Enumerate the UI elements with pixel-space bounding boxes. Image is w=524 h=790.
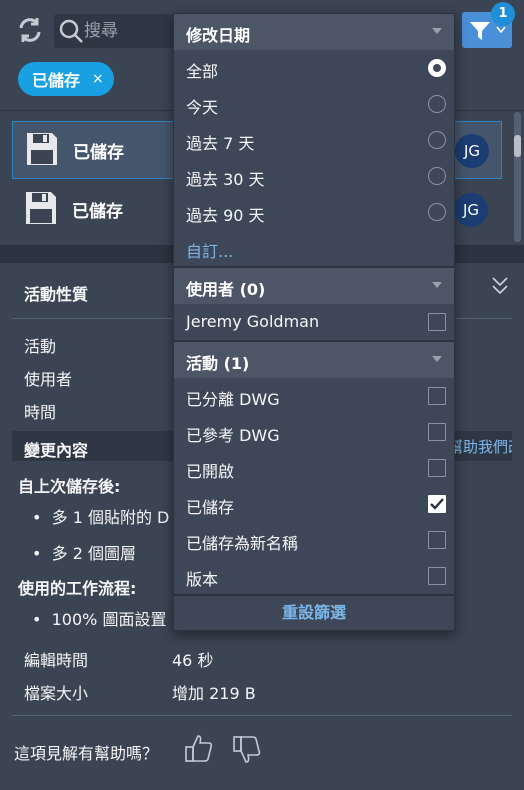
chevron-double-down-icon[interactable] xyxy=(490,275,510,302)
list-item: • 100% 圖面設置 xyxy=(32,610,167,629)
date-option-today[interactable]: 今天 xyxy=(174,86,454,122)
radio-button[interactable] xyxy=(428,131,446,149)
checkbox[interactable] xyxy=(428,387,446,405)
property-label: 活動 xyxy=(24,337,57,356)
filter-chip-label: 已儲存 xyxy=(32,71,81,90)
property-label: 時間 xyxy=(24,403,57,422)
date-option-label: 過去 7 天 xyxy=(186,134,255,153)
changes-title: 變更內容 xyxy=(24,441,89,460)
caret-down-icon xyxy=(432,282,442,288)
file-size-value: 增加 219 B xyxy=(172,684,256,703)
user-filter-title: 使用者 (0) xyxy=(186,280,266,299)
date-option-label: 過去 90 天 xyxy=(186,206,265,225)
filter-dropdown: 修改日期 全部 今天 過去 7 天 過去 30 天 過去 90 天 自訂... … xyxy=(173,13,455,631)
checkbox[interactable] xyxy=(428,531,446,549)
activity-filter-header[interactable]: 活動 (1) xyxy=(174,342,454,378)
radio-button[interactable] xyxy=(428,203,446,221)
date-filter-title: 修改日期 xyxy=(186,26,251,45)
thumbs-down-icon[interactable] xyxy=(232,733,262,765)
checkbox[interactable] xyxy=(428,313,446,331)
date-option-90-days[interactable]: 過去 90 天 xyxy=(174,194,454,230)
activity-option[interactable]: 已儲存 xyxy=(174,486,454,522)
filter-count-badge: 1 xyxy=(491,2,515,26)
panel-title: 活動性質 xyxy=(24,285,89,304)
date-option-custom[interactable]: 自訂... xyxy=(174,230,454,266)
date-option-30-days[interactable]: 過去 30 天 xyxy=(174,158,454,194)
feedback-link[interactable]: 幫助我們改善 xyxy=(448,436,512,457)
edit-time-label: 編輯時間 xyxy=(24,651,89,670)
date-option-label: 今天 xyxy=(186,98,219,117)
activity-option[interactable]: 已開啟 xyxy=(174,450,454,486)
chevron-down-icon xyxy=(496,26,506,34)
activity-option-label: 已參考 DWG xyxy=(186,426,280,445)
radio-button[interactable] xyxy=(428,167,446,185)
floppy-disk-icon xyxy=(27,133,57,165)
custom-date-link[interactable]: 自訂... xyxy=(186,238,233,262)
list-item: • 多 1 個貼附的 D xyxy=(32,508,170,527)
file-size-label: 檔案大小 xyxy=(24,684,89,703)
date-option-label: 過去 30 天 xyxy=(186,170,265,189)
activity-option-label: 已儲存 xyxy=(186,498,235,517)
date-option-all[interactable]: 全部 xyxy=(174,50,454,86)
activity-option[interactable]: 已分離 DWG xyxy=(174,378,454,414)
list-item: • 多 2 個圖層 xyxy=(32,544,136,563)
user-filter-header[interactable]: 使用者 (0) xyxy=(174,268,454,304)
user-option[interactable]: Jeremy Goldman xyxy=(174,304,454,340)
avatar: JG xyxy=(455,134,489,168)
caret-down-icon xyxy=(432,356,442,362)
helpful-question: 這項見解有幫助嗎？ xyxy=(14,744,159,763)
radio-button[interactable] xyxy=(428,59,446,77)
scrollbar-track[interactable] xyxy=(514,112,521,242)
checkbox[interactable] xyxy=(428,459,446,477)
radio-button[interactable] xyxy=(428,95,446,113)
version-label: 已儲存 xyxy=(73,143,124,163)
date-option-7-days[interactable]: 過去 7 天 xyxy=(174,122,454,158)
floppy-disk-icon xyxy=(26,192,56,224)
date-filter-header[interactable]: 修改日期 xyxy=(174,14,454,50)
workflows-heading: 使用的工作流程: xyxy=(18,579,137,598)
refresh-icon[interactable] xyxy=(16,16,44,44)
checkbox[interactable] xyxy=(428,423,446,441)
filter-chip-saved: 已儲存 × xyxy=(18,62,114,96)
reset-filter-button[interactable]: 重設篩選 xyxy=(174,596,454,630)
activity-option-label: 已儲存為新名稱 xyxy=(186,534,299,553)
thumbs-up-icon[interactable] xyxy=(184,733,214,765)
activity-option-label: 版本 xyxy=(186,570,219,589)
date-option-label: 全部 xyxy=(186,62,219,81)
filter-icon xyxy=(470,22,490,40)
activity-option-label: 已開啟 xyxy=(186,462,235,481)
activity-option[interactable]: 版本 xyxy=(174,558,454,594)
divider xyxy=(12,715,512,716)
search-icon xyxy=(58,18,84,48)
activity-option-label: 已分離 DWG xyxy=(186,390,280,409)
version-label: 已儲存 xyxy=(72,202,123,222)
since-last-save-heading: 自上次儲存後: xyxy=(18,477,121,496)
scrollbar-thumb[interactable] xyxy=(514,135,521,157)
activity-filter-title: 活動 (1) xyxy=(186,354,250,373)
activity-option[interactable]: 已參考 DWG xyxy=(174,414,454,450)
checkmark-icon xyxy=(430,498,444,510)
checkbox[interactable] xyxy=(428,567,446,585)
caret-down-icon xyxy=(432,28,442,34)
property-label: 使用者 xyxy=(24,370,73,389)
avatar: JG xyxy=(454,193,488,227)
chip-close-icon[interactable]: × xyxy=(92,71,104,87)
activity-option[interactable]: 已儲存為新名稱 xyxy=(174,522,454,558)
edit-time-value: 46 秒 xyxy=(172,651,214,670)
user-option-label: Jeremy Goldman xyxy=(186,312,320,331)
checkbox-checked[interactable] xyxy=(428,495,446,513)
